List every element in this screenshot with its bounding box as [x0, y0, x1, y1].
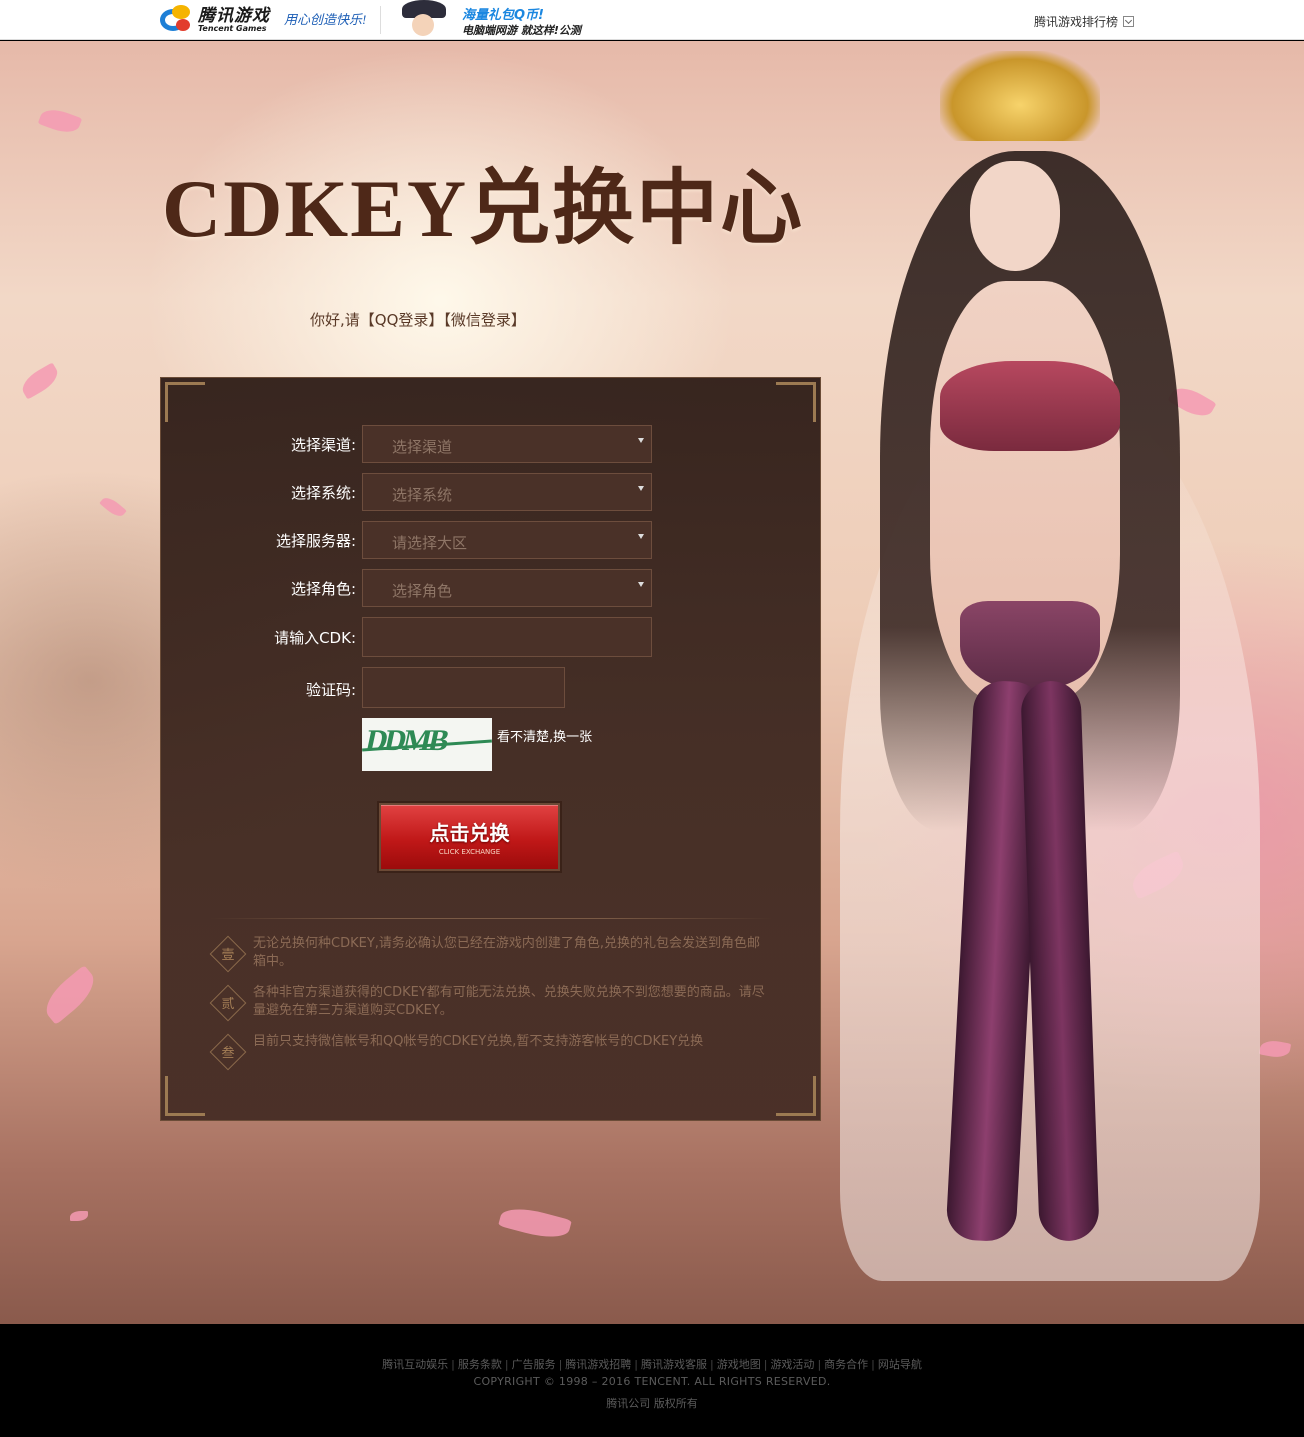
ad-subline[interactable]: 电脑端网游 就这样!公测 — [462, 22, 581, 38]
notes-list: 壹 无论兑换何种CDKEY,请务必确认您已经在游戏内创建了角色,兑换的礼包会发送… — [209, 935, 771, 1071]
logo-en-text: Tencent Games — [198, 24, 267, 33]
exchange-submit-button[interactable]: 点击兑换 CLICK EXCHANGE — [379, 803, 560, 871]
cdk-label: 请输入CDK: — [274, 629, 356, 647]
server-select-value: 请选择大区 — [392, 534, 468, 552]
footer-link[interactable]: 商务合作 — [824, 1358, 868, 1371]
hero-background: CDKEY兑换中心 你好,请【QQ登录】【微信登录】 选择渠道: 选择渠道 选择… — [0, 41, 1304, 1324]
server-row: 选择服务器: 请选择大区 — [161, 521, 822, 559]
footer-link[interactable]: 游戏地图 — [717, 1358, 761, 1371]
petal-decoration — [38, 964, 102, 1026]
system-label: 选择系统: — [290, 484, 356, 502]
channel-row: 选择渠道: 选择渠道 — [161, 425, 822, 463]
chevron-down-icon — [638, 486, 644, 491]
footer: 腾讯互动娱乐 | 服务条款 | 广告服务 | 腾讯游戏招聘 | 腾讯游戏客服 | 游戏地图 | 游戏活动… — [0, 1324, 1304, 1437]
channel-select[interactable]: 选择渠道 — [362, 425, 652, 463]
note-number: 壹 — [221, 948, 235, 963]
chevron-down-icon — [638, 534, 644, 539]
note-text: 各种非官方渠道获得的CDKEY都有可能无法兑换、兑换失败兑换不到您想要的商品。请… — [253, 985, 765, 1018]
role-row: 选择角色: 选择角色 — [161, 569, 822, 607]
channel-select-value: 选择渠道 — [392, 438, 453, 456]
role-label: 选择角色: — [290, 580, 356, 598]
game-ranking-dropdown[interactable]: 腾讯游戏排行榜 — [1034, 13, 1135, 30]
rights-text: 腾讯公司 版权所有 — [606, 1397, 698, 1410]
greeting-text: 你好,请 — [310, 311, 360, 329]
slogan: 用心创造快乐! — [284, 12, 367, 27]
note-item: 叁 目前只支持微信帐号和QQ帐号的CDKEY兑换,暂不支持游客帐号的CDKEY兑… — [209, 1033, 771, 1071]
top-bar: 腾讯游戏 Tencent Games 用心创造快乐! 海量礼包Q币! 电脑端网游… — [0, 0, 1304, 40]
panel-corner-ornament — [165, 382, 205, 422]
chevron-down-icon — [638, 582, 644, 587]
ad-character-icon[interactable] — [396, 0, 452, 40]
note-text: 目前只支持微信帐号和QQ帐号的CDKEY兑换,暂不支持游客帐号的CDKEY兑换 — [253, 1034, 704, 1049]
ad-headline[interactable]: 海量礼包Q币! — [462, 4, 544, 23]
system-select[interactable]: 选择系统 — [362, 473, 652, 511]
petal-decoration — [99, 494, 127, 520]
petal-decoration — [37, 104, 83, 138]
logo-cn-text: 腾讯游戏 — [198, 6, 270, 25]
panel-corner-ornament — [776, 1076, 816, 1116]
qq-login-link[interactable]: 【QQ登录】 — [360, 311, 444, 329]
note-item: 贰 各种非官方渠道获得的CDKEY都有可能无法兑换、兑换失败兑换不到您想要的商品… — [209, 984, 771, 1022]
petal-decoration — [70, 1211, 88, 1221]
server-select[interactable]: 请选择大区 — [362, 521, 652, 559]
petal-decoration — [17, 362, 63, 400]
captcha-row: 验证码: — [161, 667, 822, 708]
server-label: 选择服务器: — [275, 532, 356, 550]
footer-link[interactable]: 腾讯互动娱乐 — [382, 1358, 448, 1371]
panel-corner-ornament — [776, 382, 816, 422]
note-text: 无论兑换何种CDKEY,请务必确认您已经在游戏内创建了角色,兑换的礼包会发送到角… — [253, 936, 761, 969]
channel-label: 选择渠道: — [290, 436, 356, 454]
captcha-image-text: DDMB — [362, 724, 450, 757]
note-number: 贰 — [221, 997, 235, 1012]
footer-link[interactable]: 广告服务 — [512, 1358, 556, 1371]
footer-link[interactable]: 腾讯游戏招聘 — [565, 1358, 631, 1371]
panel-corner-ornament — [165, 1076, 205, 1116]
login-greeting: 你好,请【QQ登录】【微信登录】 — [310, 309, 526, 330]
submit-button-label: 点击兑换 — [429, 821, 510, 845]
copyright-text: COPYRIGHT © 1998 – 2016 TENCENT. ALL RIG… — [473, 1375, 831, 1388]
footer-links: 腾讯互动娱乐 | 服务条款 | 广告服务 | 腾讯游戏招聘 | 腾讯游戏客服 | 游戏地图 | 游戏活动… — [382, 1358, 922, 1371]
footer-link[interactable]: 网站导航 — [878, 1358, 922, 1371]
system-select-value: 选择系统 — [392, 486, 453, 504]
wechat-login-link[interactable]: 【微信登录】 — [443, 311, 526, 329]
refresh-captcha-link[interactable]: 看不清楚,换一张 — [497, 726, 592, 745]
chevron-down-icon — [638, 438, 644, 443]
footer-link[interactable]: 游戏活动 — [770, 1358, 814, 1371]
character-illustration — [820, 41, 1260, 1324]
tencent-games-logo-icon — [160, 5, 194, 35]
role-select-value: 选择角色 — [392, 582, 453, 600]
tencent-games-logo[interactable]: 腾讯游戏 Tencent Games — [160, 4, 270, 36]
note-number: 叁 — [221, 1046, 235, 1061]
game-ranking-label: 腾讯游戏排行榜 — [1034, 15, 1119, 29]
footer-link[interactable]: 服务条款 — [458, 1358, 502, 1371]
topbar-divider — [380, 6, 381, 34]
cdk-row: 请输入CDK: — [161, 617, 822, 657]
page-title: CDKEY兑换中心 — [162, 163, 805, 254]
system-row: 选择系统: 选择系统 — [161, 473, 822, 511]
cdk-input[interactable] — [362, 617, 652, 657]
note-item: 壹 无论兑换何种CDKEY,请务必确认您已经在游戏内创建了角色,兑换的礼包会发送… — [209, 935, 771, 973]
divider — [211, 918, 772, 919]
footer-link[interactable]: 腾讯游戏客服 — [641, 1358, 707, 1371]
submit-button-sublabel: CLICK EXCHANGE — [438, 848, 501, 856]
captcha-label: 验证码: — [305, 681, 356, 699]
petal-decoration — [1258, 1038, 1292, 1060]
captcha-input[interactable] — [362, 667, 565, 708]
petal-decoration — [498, 1202, 572, 1244]
role-select[interactable]: 选择角色 — [362, 569, 652, 607]
captcha-image[interactable]: DDMB — [362, 718, 492, 771]
chevron-down-icon — [1123, 16, 1135, 27]
exchange-form-panel: 选择渠道: 选择渠道 选择系统: 选择系统 选择服务器: 请选择大区 选择角色: — [160, 377, 821, 1121]
